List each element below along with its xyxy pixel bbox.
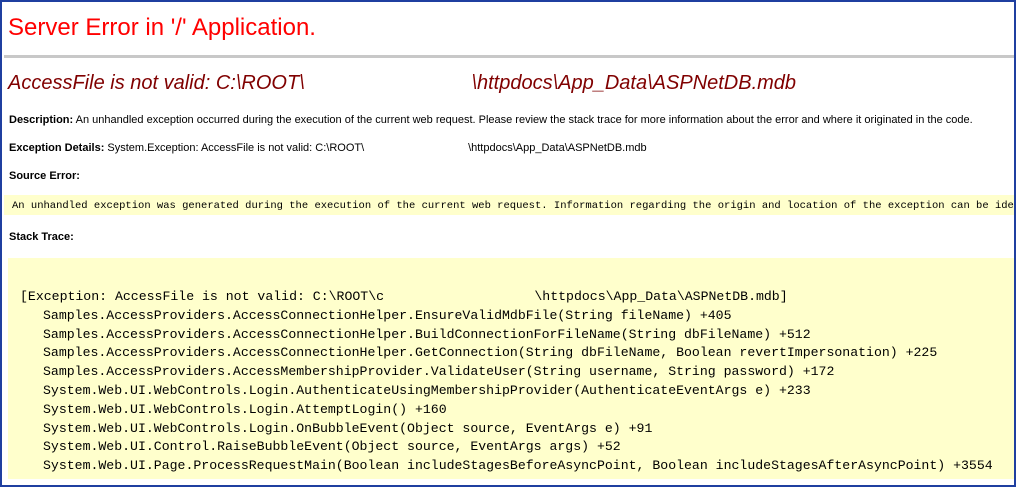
stack-frame: Samples.AccessProviders.AccessConnection…: [43, 326, 811, 342]
source-error-box: An unhandled exception was generated dur…: [4, 195, 1014, 215]
stack-frame: System.Web.UI.Page.ProcessRequestMain(Bo…: [43, 458, 993, 474]
stack-trace-box: [Exception: AccessFile is not valid: C:\…: [8, 258, 1014, 479]
stack-exception-line: [Exception: AccessFile is not valid: C:\…: [20, 289, 788, 304]
stack-frame: System.Web.UI.WebControls.Login.Authenti…: [43, 382, 811, 398]
stack-frame: Samples.AccessProviders.AccessConnection…: [43, 307, 732, 323]
divider: [4, 55, 1014, 58]
stack-frame: System.Web.UI.Control.RaiseBubbleEvent(O…: [43, 439, 621, 455]
exception-details-line: Exception Details: System.Exception: Acc…: [9, 142, 647, 154]
stack-frame: Samples.AccessProviders.AccessMembership…: [43, 364, 835, 380]
description-text: An unhandled exception occurred during t…: [73, 114, 973, 126]
exception-details-text: System.Exception: AccessFile is not vali…: [104, 142, 647, 154]
description-line: Description: An unhandled exception occu…: [9, 114, 973, 126]
stack-trace-label: Stack Trace:: [9, 231, 74, 243]
error-page: Server Error in '/' Application. AccessF…: [0, 0, 1016, 487]
source-error-text: An unhandled exception was generated dur…: [12, 200, 1014, 212]
stack-trace-list: [Exception: AccessFile is not valid: C:\…: [20, 288, 993, 476]
stack-frame: System.Web.UI.WebControls.Login.OnBubble…: [43, 420, 653, 436]
description-label: Description:: [9, 114, 74, 126]
source-error-label: Source Error:: [9, 170, 80, 182]
stack-frame: Samples.AccessProviders.AccessConnection…: [43, 345, 938, 361]
error-message: AccessFile is not valid: C:\ROOT\ \httpd…: [8, 72, 797, 94]
exception-details-label: Exception Details:: [9, 142, 105, 154]
page-title: Server Error in '/' Application.: [8, 14, 316, 41]
stack-frame: System.Web.UI.WebControls.Login.AttemptL…: [43, 401, 447, 417]
